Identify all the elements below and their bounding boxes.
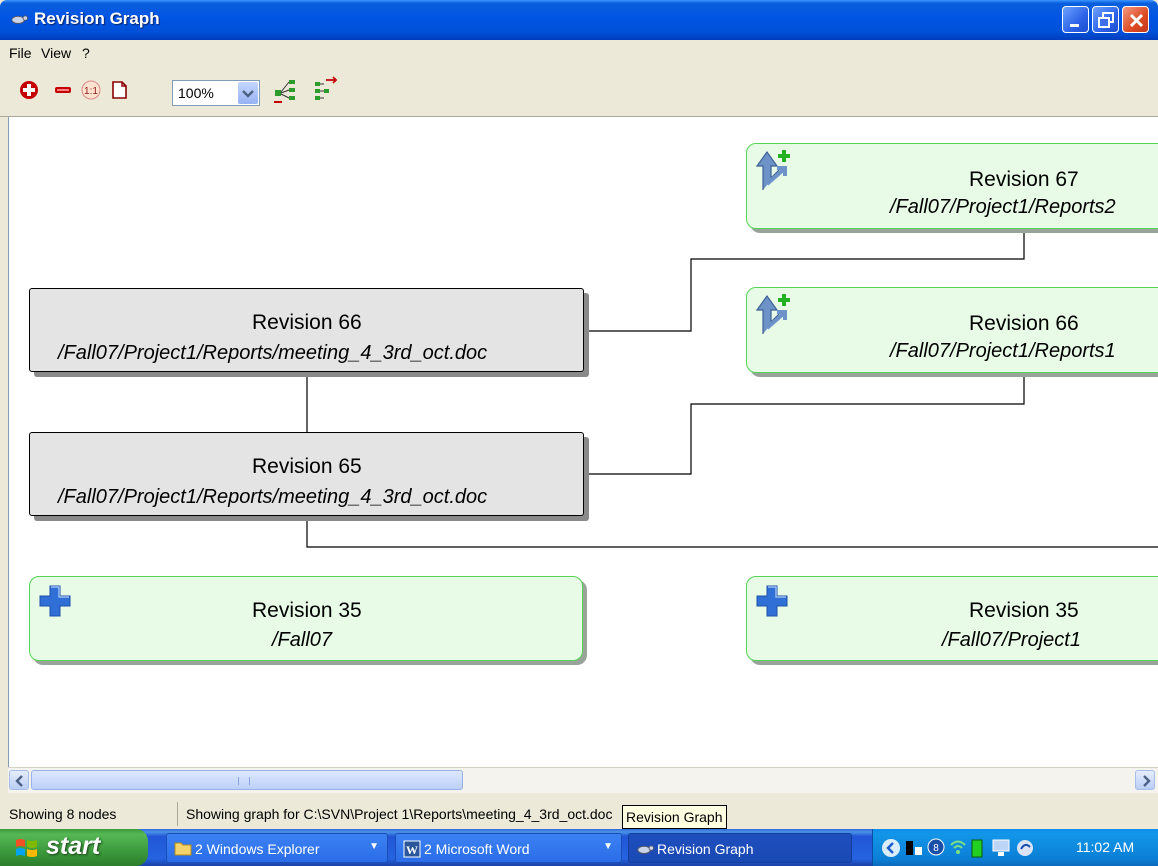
chevron-down-icon: ▼ — [603, 841, 613, 852]
node-revision: Revision 65 — [252, 455, 362, 478]
start-button[interactable]: start — [0, 829, 148, 866]
graph-node-revision-67-reports2[interactable]: Revision 67 /Fall07/Project1/Reports2 — [746, 143, 1158, 229]
clock: 11:02 AM — [1076, 839, 1135, 855]
menu-help[interactable]: ? — [82, 45, 90, 61]
restore-button[interactable] — [1092, 6, 1119, 33]
svg-text:8: 8 — [933, 843, 939, 854]
node-revision: Revision 35 — [969, 599, 1079, 622]
menu-bar: File View ? — [0, 40, 1158, 67]
toolbar: 1:1 100% — [0, 67, 1158, 117]
node-path: /Fall07/Project1/Reports/meeting_4_3rd_o… — [58, 486, 488, 508]
svg-text:W: W — [406, 843, 418, 857]
chevron-right-icon — [1143, 775, 1151, 787]
close-icon — [1129, 13, 1144, 28]
word-icon: W — [403, 840, 421, 858]
network-icon[interactable] — [905, 839, 923, 857]
scroll-left-button[interactable] — [9, 770, 29, 790]
horizontal-scrollbar[interactable] — [8, 767, 1158, 793]
graph-node-revision-66-doc[interactable]: Revision 66 /Fall07/Project1/Reports/mee… — [29, 288, 584, 372]
arrange-vertical-icon[interactable] — [272, 76, 298, 104]
scroll-right-button[interactable] — [1135, 770, 1155, 790]
close-button[interactable] — [1122, 6, 1149, 33]
copied-branch-icon — [755, 150, 790, 190]
zoom-in-icon[interactable] — [18, 79, 40, 101]
graph-canvas[interactable]: Revision 66 /Fall07/Project1/Reports/mee… — [8, 117, 1158, 767]
security-icon[interactable] — [1015, 838, 1035, 858]
scroll-grip — [238, 777, 250, 785]
edge-rev65-to-reports1 — [584, 375, 1025, 475]
node-revision: Revision 67 — [969, 168, 1079, 191]
zoom-out-icon[interactable] — [52, 79, 74, 101]
graph-node-revision-35-project1[interactable]: Revision 35 /Fall07/Project1 — [746, 576, 1158, 661]
node-path: /Fall07/Project1 — [942, 629, 1081, 651]
node-path: /Fall07/Project1/Reports2 — [890, 196, 1116, 218]
node-path: /Fall07/Project1/Reports1 — [890, 340, 1116, 362]
audio-icon[interactable]: 8 — [927, 838, 945, 856]
zoom-1to1-icon[interactable]: 1:1 — [80, 79, 102, 101]
task-revision-graph[interactable]: Revision Graph — [628, 833, 852, 863]
chevron-left-icon — [15, 775, 23, 787]
task-label: 2 Windows Explorer — [195, 841, 320, 857]
tooltip: Revision Graph — [622, 805, 727, 829]
added-plus-icon — [756, 585, 788, 617]
task-microsoft-word[interactable]: W 2 Microsoft Word ▼ — [395, 833, 622, 863]
start-label: start — [46, 832, 101, 860]
status-bar: Showing 8 nodes Showing graph for C:\SVN… — [0, 797, 1158, 829]
tortoise-app-icon — [11, 15, 28, 24]
system-tray: 8 11:02 AM — [872, 829, 1158, 866]
node-revision: Revision 66 — [969, 312, 1079, 335]
status-graph-path: Showing graph for C:\SVN\Project 1\Repor… — [186, 806, 613, 822]
wireless-icon[interactable] — [949, 838, 967, 856]
dropdown-arrow-icon[interactable] — [238, 82, 258, 104]
battery-icon[interactable] — [971, 838, 983, 858]
windows-logo-icon — [16, 839, 37, 857]
added-plus-icon — [39, 585, 71, 617]
graph-node-revision-66-reports1[interactable]: Revision 66 /Fall07/Project1/Reports1 — [746, 287, 1158, 373]
task-label: 2 Microsoft Word — [424, 841, 530, 857]
graph-node-revision-35-fall07[interactable]: Revision 35 /Fall07 — [29, 576, 583, 661]
menu-file[interactable]: File — [9, 45, 32, 61]
minimize-button[interactable] — [1062, 6, 1089, 33]
fit-page-icon[interactable] — [108, 79, 130, 101]
zoom-select[interactable]: 100% — [172, 80, 260, 106]
scroll-thumb[interactable] — [31, 770, 463, 790]
tray-chevron-left-icon[interactable] — [881, 838, 901, 858]
node-revision: Revision 35 — [252, 599, 362, 622]
zoom-value: 100% — [178, 85, 214, 101]
menu-view[interactable]: View — [41, 45, 71, 61]
task-windows-explorer[interactable]: 2 Windows Explorer ▼ — [166, 833, 388, 863]
monitor-icon[interactable] — [991, 838, 1011, 858]
tortoise-app-icon — [637, 845, 654, 854]
revision-graph-window: Revision Graph File View ? 1:1 100% Revi… — [0, 0, 1158, 866]
svg-text:1:1: 1:1 — [84, 86, 98, 97]
node-revision: Revision 66 — [252, 311, 362, 334]
graph-node-revision-65-doc[interactable]: Revision 65 /Fall07/Project1/Reports/mee… — [29, 432, 584, 516]
title-bar[interactable]: Revision Graph — [0, 0, 1158, 40]
taskbar: start 2 Windows Explorer ▼ W 2 Microsoft… — [0, 829, 1158, 866]
status-separator — [177, 802, 178, 826]
copied-branch-icon — [755, 294, 790, 334]
status-node-count: Showing 8 nodes — [9, 806, 117, 822]
chevron-down-icon: ▼ — [369, 841, 379, 852]
node-path: /Fall07 — [272, 629, 333, 651]
task-label: Revision Graph — [657, 841, 754, 857]
minimize-icon — [1070, 24, 1079, 27]
edge-rev65-to-right — [306, 517, 1158, 548]
folder-icon — [174, 842, 192, 856]
arrange-horizontal-icon[interactable] — [312, 76, 338, 104]
window-title: Revision Graph — [34, 9, 160, 28]
restore-icon — [1098, 12, 1114, 28]
node-path: /Fall07/Project1/Reports/meeting_4_3rd_o… — [58, 342, 488, 364]
